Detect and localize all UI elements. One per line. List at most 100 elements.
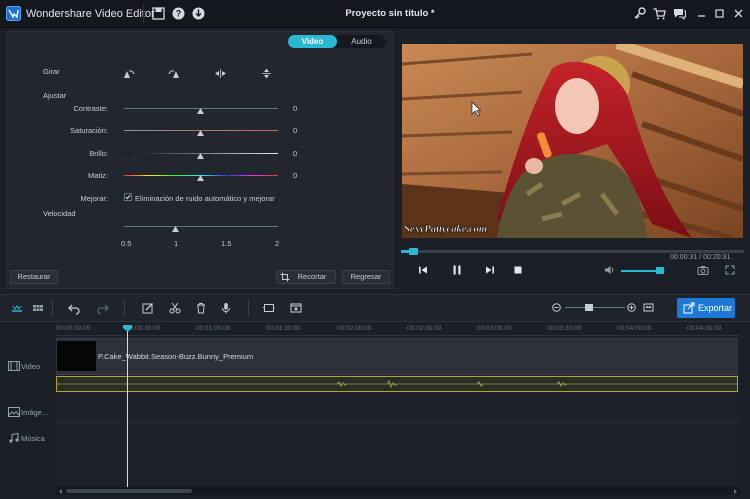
cut-icon[interactable] [168,301,182,315]
ruler-tick: 00:04:00:00 [617,325,652,332]
flip-horizontal-icon[interactable] [214,68,227,79]
volume-icon[interactable] [603,263,617,277]
brightness-value: 0 [293,149,298,158]
timeline-toolbar [0,294,750,322]
restore-button[interactable]: Restaurar [10,270,58,284]
reset-button[interactable]: Regresar [342,270,390,284]
ruler-tick: 00:02:30:00 [407,325,442,332]
svg-text:?: ? [176,9,182,19]
export-label: Exportar [698,303,733,313]
adjust-label: Ajustar [43,91,67,100]
save-icon[interactable] [151,6,166,21]
ruler-tick: 00:00:00:00 [56,325,91,332]
fit-timeline-icon[interactable] [643,302,654,313]
speed-tick: 0.5 [121,239,132,248]
saturation-thumb[interactable] [197,130,204,136]
crop-icon [280,272,290,282]
scrollbar-thumb[interactable] [66,489,192,493]
contrast-thumb[interactable] [197,108,204,114]
undo-icon[interactable] [67,301,81,315]
video-preview[interactable]: SexyPattycake.com [402,44,743,238]
divider [124,300,125,316]
tab-video[interactable]: Video [288,35,337,48]
hue-label: Matiz: [87,171,108,180]
improve-option: Eliminación de ruido automático y mejora… [135,194,275,203]
playhead-handle[interactable] [123,325,132,332]
speed-slider[interactable] [124,226,278,227]
pause-icon[interactable] [450,263,464,277]
video-track-label: Video [21,362,41,371]
minimize-icon[interactable] [694,6,709,21]
help-icon[interactable]: ? [171,6,186,21]
next-frame-icon[interactable] [483,263,497,277]
rotate-left-icon[interactable] [122,68,135,79]
scroll-left-icon[interactable] [58,489,63,494]
edit-icon[interactable] [141,301,155,315]
hue-value: 0 [293,171,298,180]
improve-checkbox[interactable] [124,193,132,201]
snapshot-icon[interactable] [696,263,710,277]
app-name: Wondershare Video Editor [26,8,155,20]
music-track[interactable] [56,425,738,485]
music-track-icon [8,433,20,443]
image-track-label: Imáge... [21,408,49,417]
volume-fill [621,270,659,272]
maximize-icon[interactable] [712,6,727,21]
divider [52,300,53,316]
close-icon[interactable] [731,6,746,21]
audio-clip[interactable] [56,376,738,392]
ruler-tick: 00:02:00:00 [337,325,372,332]
redo-icon[interactable] [96,301,110,315]
music-track-label: Música [21,434,45,443]
time-display: 00:00:31 / 00:20:31 [670,254,731,261]
image-track[interactable] [56,393,738,424]
video-track-icon [8,361,20,371]
playhead[interactable] [127,326,128,488]
zoom-in-icon[interactable] [627,303,636,312]
tab-audio[interactable]: Audio [337,35,386,48]
rotate-right-icon[interactable] [168,68,181,79]
chat-icon[interactable] [672,6,687,21]
crop-tool-icon[interactable] [262,301,276,315]
saturation-label: Saturación: [70,126,108,135]
project-title: Proyecto sin título * [345,8,435,19]
ruler-tick: 00:03:30:00 [547,325,582,332]
crop-button-label: Recortar [297,272,327,281]
stop-icon[interactable] [511,263,525,277]
edit-panel [6,31,394,289]
speed-thumb[interactable] [172,226,179,232]
clip-thumbnail [57,341,96,371]
watermark-text: SexyPattycake.com [404,224,487,235]
export-button[interactable]: Exportar [677,298,735,318]
improve-label: Mejorar: [80,194,108,203]
zoom-slider[interactable] [565,307,625,308]
hue-thumb[interactable] [197,175,204,181]
ruler-tick: 00:01:00:00 [196,325,231,332]
brightness-thumb[interactable] [197,153,204,159]
speed-label: Velocidad [43,209,76,218]
divider [248,300,249,316]
contrast-label: Contraste: [73,104,108,113]
scroll-right-icon[interactable] [733,489,738,494]
zoom-out-icon[interactable] [552,303,561,312]
key-icon[interactable] [632,6,647,21]
contrast-value: 0 [293,104,298,113]
storyboard-view-icon[interactable] [31,301,45,315]
delete-icon[interactable] [194,301,208,315]
clip-name: P.Cake_Wabbit.Season-Buzz.Bunny_Premium [98,352,254,361]
previous-frame-icon[interactable] [416,263,430,277]
download-icon[interactable] [191,6,206,21]
zoom-thumb[interactable] [585,304,593,311]
seek-thumb[interactable] [409,248,418,255]
screenshot-icon[interactable] [289,301,303,315]
microphone-icon[interactable] [219,301,233,315]
rotate-label: Girar [43,67,60,76]
flip-vertical-icon[interactable] [260,68,273,79]
volume-thumb[interactable] [656,267,664,274]
seek-bar[interactable] [401,250,744,253]
brightness-label: Brillo: [89,149,108,158]
timeline-view-icon[interactable] [10,301,24,315]
cart-icon[interactable] [652,6,667,21]
fullscreen-icon[interactable] [723,263,737,277]
image-track-icon [8,407,20,417]
